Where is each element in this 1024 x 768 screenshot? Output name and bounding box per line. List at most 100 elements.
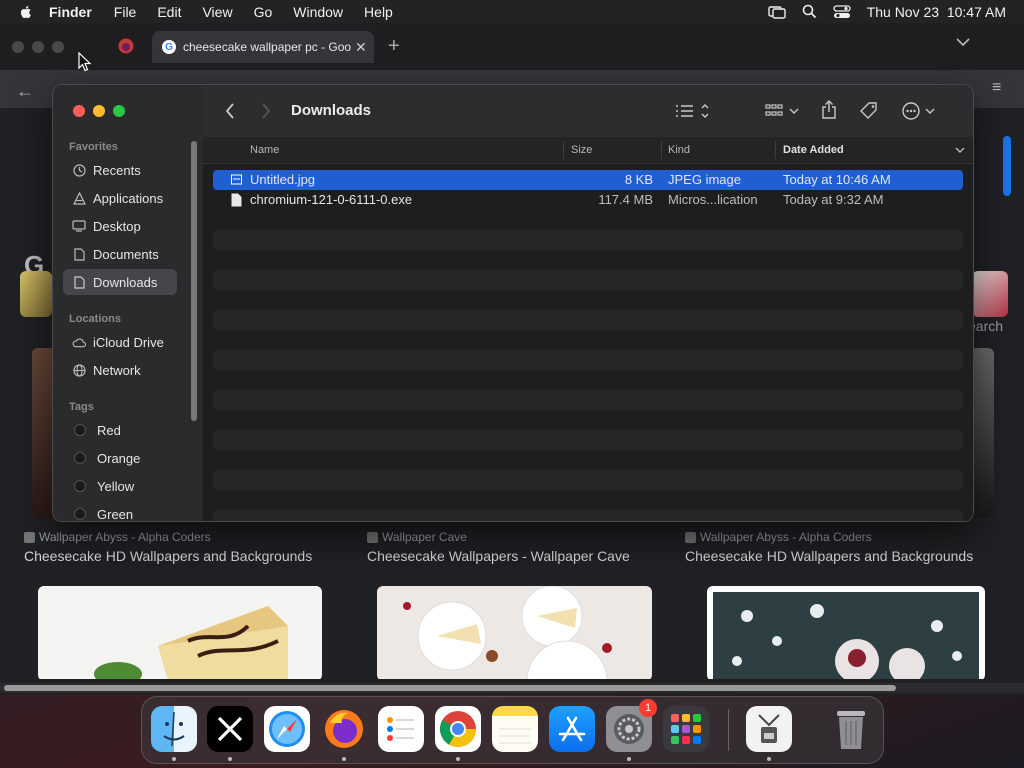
result-title-3[interactable]: Cheesecake HD Wallpapers and Backgrounds <box>685 548 973 564</box>
running-indicator <box>172 757 176 761</box>
firefox-tab-icon[interactable] <box>117 37 135 55</box>
browser-zoom-button[interactable] <box>52 41 64 53</box>
result-source-1[interactable]: Wallpaper Abyss - Alpha Coders <box>24 530 211 544</box>
finder-zoom-button[interactable] <box>113 105 125 117</box>
browser-minimize-button[interactable] <box>32 41 44 53</box>
sort-chevron-icon[interactable] <box>955 147 965 154</box>
sidebar-item-label: Yellow <box>97 478 135 494</box>
settings-icon[interactable]: 1 <box>606 699 657 752</box>
group-by-icon[interactable] <box>765 102 801 120</box>
back-chevron-icon[interactable] <box>225 103 235 119</box>
file-date-added: Today at 10:46 AM <box>783 172 891 187</box>
result-title-2[interactable]: Cheesecake Wallpapers - Wallpaper Cave <box>367 548 630 564</box>
column-header-date-added[interactable]: Date Added <box>783 144 844 156</box>
firefox-icon[interactable] <box>321 706 367 752</box>
spotlight-icon[interactable] <box>802 4 817 19</box>
sidebar-item-label: Desktop <box>93 218 141 234</box>
new-tab-icon[interactable]: + <box>388 35 400 58</box>
file-kind: JPEG image <box>668 172 741 187</box>
column-separator[interactable] <box>563 141 564 159</box>
tag-dot-icon <box>74 424 86 436</box>
sidebar-item-network[interactable]: Network <box>63 357 177 383</box>
sidebar-header-tags[interactable]: Tags <box>69 401 94 413</box>
menubar-clock[interactable]: Thu Nov 23 10:47 AM <box>867 4 1006 20</box>
sidebar-tag-red[interactable]: Red <box>63 417 177 443</box>
sidebar-header-favorites[interactable]: Favorites <box>69 141 118 153</box>
browser-menu-icon[interactable]: ≡ <box>992 79 1001 97</box>
tag-icon[interactable] <box>859 101 879 121</box>
menu-help[interactable]: Help <box>364 4 393 20</box>
menu-app-name[interactable]: Finder <box>49 4 92 20</box>
finder-icon[interactable] <box>151 706 197 752</box>
tab-list-chevron-icon[interactable] <box>956 37 970 47</box>
sidebar-tag-green[interactable]: Green <box>63 501 177 521</box>
control-center-icon[interactable] <box>833 4 851 19</box>
file-date-added: Today at 9:32 AM <box>783 192 884 207</box>
sidebar-tag-orange[interactable]: Orange <box>63 445 177 471</box>
file-row[interactable]: Untitled.jpg 8 KB JPEG image Today at 10… <box>213 170 963 190</box>
browser-horizontal-scrollbar[interactable] <box>0 683 1024 693</box>
column-separator[interactable] <box>775 141 776 159</box>
finder-close-button[interactable] <box>73 105 85 117</box>
safari-icon[interactable] <box>264 706 310 752</box>
launchpad-icon[interactable] <box>663 706 709 752</box>
column-header-size[interactable]: Size <box>571 144 592 156</box>
browser-close-button[interactable] <box>12 41 24 53</box>
sidebar-tag-yellow[interactable]: Yellow <box>63 473 177 499</box>
list-view-icon[interactable] <box>675 102 711 120</box>
running-indicator <box>228 757 232 761</box>
trash-icon[interactable] <box>828 706 874 752</box>
share-icon[interactable] <box>821 100 837 120</box>
tag-dot-icon <box>74 452 86 464</box>
browser-vertical-scrollbar[interactable] <box>1003 136 1011 196</box>
forward-chevron-icon[interactable] <box>261 103 271 119</box>
file-row[interactable]: chromium-121-0-6111-0.exe 117.4 MB Micro… <box>213 190 963 210</box>
result-title-1[interactable]: Cheesecake HD Wallpapers and Backgrounds <box>24 548 312 564</box>
reminders-icon[interactable] <box>378 706 424 752</box>
sidebar-item-recents[interactable]: Recents <box>63 157 177 183</box>
browser-back-icon[interactable]: ← <box>16 81 34 102</box>
column-separator[interactable] <box>661 141 662 159</box>
screen-mirroring-icon[interactable] <box>767 5 786 19</box>
menu-edit[interactable]: Edit <box>157 4 181 20</box>
apple-logo-icon[interactable] <box>18 4 34 20</box>
result-image-6[interactable] <box>707 586 985 679</box>
sidebar-item-desktop[interactable]: Desktop <box>63 213 177 239</box>
finder-window: Favorites Recents Applications Desktop D… <box>52 84 974 522</box>
column-header-kind[interactable]: Kind <box>668 144 690 156</box>
sidebar-item-label: Applications <box>93 190 164 206</box>
menu-window[interactable]: Window <box>293 4 343 20</box>
result-image-4[interactable] <box>38 586 322 679</box>
more-actions-icon[interactable] <box>901 101 937 121</box>
close-tab-icon[interactable]: ✕ <box>355 39 367 56</box>
clock-icon <box>72 163 86 177</box>
column-header-name[interactable]: Name <box>250 144 279 156</box>
sidebar-scrollbar[interactable] <box>191 141 197 421</box>
menu-go[interactable]: Go <box>254 4 273 20</box>
image-file-icon <box>231 174 242 185</box>
result-source-3[interactable]: Wallpaper Abyss - Alpha Coders <box>685 530 872 544</box>
notes-icon[interactable] <box>492 706 538 752</box>
finder-minimize-button[interactable] <box>93 105 105 117</box>
archive-icon[interactable] <box>746 706 792 752</box>
file-name: Untitled.jpg <box>250 172 316 187</box>
app-store-icon[interactable] <box>549 706 595 752</box>
related-thumbnail-left[interactable] <box>20 271 52 317</box>
file-kind: Micros...lication <box>668 192 758 207</box>
menu-file[interactable]: File <box>114 4 137 20</box>
empty-row <box>213 390 963 410</box>
result-image-5[interactable] <box>377 586 652 679</box>
browser-tab-active[interactable]: G cheesecake wallpaper pc - Goo ✕ <box>152 31 374 63</box>
sidebar-item-icloud-drive[interactable]: iCloud Drive <box>63 329 177 355</box>
result-source-2[interactable]: Wallpaper Cave <box>367 530 467 544</box>
chrome-icon[interactable] <box>435 706 481 752</box>
menu-view[interactable]: View <box>202 4 232 20</box>
x-icon[interactable] <box>207 706 253 752</box>
sidebar-item-documents[interactable]: Documents <box>63 241 177 267</box>
column-header-row: Name Size Kind Date Added <box>203 137 973 164</box>
sidebar-item-applications[interactable]: Applications <box>63 185 177 211</box>
related-thumbnail-right[interactable] <box>972 271 1008 317</box>
horizontal-scroll-thumb[interactable] <box>4 685 896 691</box>
sidebar-header-locations[interactable]: Locations <box>69 313 121 325</box>
sidebar-item-downloads[interactable]: Downloads <box>63 269 177 295</box>
